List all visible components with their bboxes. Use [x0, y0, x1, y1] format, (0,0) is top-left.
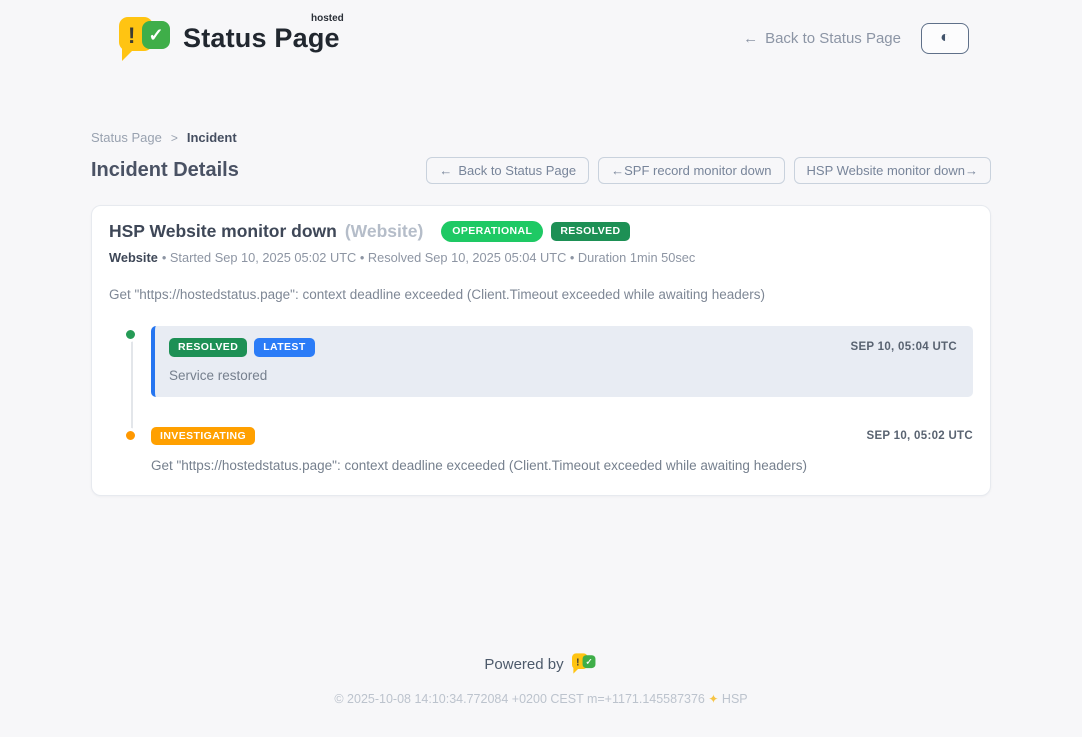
resolved-status-badge: RESOLVED [551, 222, 629, 241]
incident-card-header: HSP Website monitor down (Website) OPERA… [109, 221, 973, 242]
header-right: ← Back to Status Page ◐ [743, 23, 969, 54]
timeline-entry-header: INVESTIGATING SEP 10, 05:02 UTC [151, 427, 973, 446]
brand-superscript: hosted [311, 13, 344, 24]
timeline-entry-header: RESOLVED LATEST SEP 10, 05:04 UTC [169, 338, 957, 357]
arrow-left-icon: ← [611, 163, 624, 178]
incident-card: HSP Website monitor down (Website) OPERA… [91, 205, 991, 496]
timeline-entry-investigating: INVESTIGATING SEP 10, 05:02 UTC Get "htt… [109, 427, 973, 474]
copyright-suffix: HSP [722, 692, 748, 706]
copyright-text: © 2025-10-08 14:10:34.772084 +0200 CEST … [334, 692, 705, 706]
logo-bubble-tail [573, 668, 579, 674]
breadcrumb: Status Page > Incident [91, 130, 991, 145]
page-container: ! ✓ Status Pagehosted ←Back to Status Pa… [91, 0, 991, 496]
footer-logo-icon[interactable]: ! ✓ [572, 652, 598, 676]
previous-incident-button[interactable]: ←SPF record monitor down [598, 157, 784, 184]
breadcrumb-home[interactable]: Status Page [91, 130, 162, 145]
breadcrumb-separator-icon: > [171, 131, 178, 145]
footer: Powered by ! ✓ © 2025-10-08 14:10:34.772… [0, 652, 1082, 706]
breadcrumb-current: Incident [187, 130, 237, 145]
timeline-entry-resolved: RESOLVED LATEST SEP 10, 05:04 UTC Servic… [109, 326, 973, 397]
exclamation-icon: ! [576, 656, 579, 668]
operational-status-badge: OPERATIONAL [441, 221, 543, 242]
powered-by: Powered by ! ✓ [0, 652, 1082, 676]
brand-text: Status Page [183, 23, 340, 53]
check-icon: ✓ [142, 21, 170, 49]
incident-meta-detail: • Started Sep 10, 2025 05:02 UTC • Resol… [162, 250, 695, 265]
timeline-entry-message: Get "https://hostedstatus.page": context… [151, 458, 973, 473]
timeline-entry-message: Service restored [169, 368, 957, 383]
incident-timeline: RESOLVED LATEST SEP 10, 05:04 UTC Servic… [109, 326, 973, 473]
exclamation-icon: ! [128, 23, 135, 49]
sparkles-icon: ✦ [708, 692, 718, 706]
incident-component: (Website) [345, 221, 423, 242]
brand-name: Status Pagehosted [183, 23, 340, 54]
page-title: Incident Details [91, 159, 239, 182]
next-incident-button[interactable]: HSP Website monitor down→ [794, 157, 991, 184]
title-row: Incident Details ←Back to Status Page ←S… [91, 157, 991, 184]
next-incident-label: HSP Website monitor down [807, 163, 965, 178]
back-to-status-page-button[interactable]: ← Back to Status Page [426, 157, 589, 184]
theme-toggle-icon: ◐ [940, 29, 950, 47]
header-back-label: Back to Status Page [765, 30, 901, 47]
header: ! ✓ Status Pagehosted ← Back to Status Pa… [91, 0, 991, 62]
brand-logo[interactable]: ! ✓ Status Pagehosted [119, 14, 340, 62]
timeline-dot-orange [123, 428, 138, 443]
arrow-right-icon: → [965, 163, 978, 178]
latest-badge: LATEST [254, 338, 314, 357]
timeline-dot-green [123, 327, 138, 342]
check-icon: ✓ [582, 655, 595, 668]
previous-incident-label: SPF record monitor down [624, 163, 771, 178]
timeline-entry-timestamp: SEP 10, 05:04 UTC [850, 341, 957, 353]
resolved-badge: RESOLVED [169, 338, 247, 357]
investigating-badge: INVESTIGATING [151, 427, 255, 446]
theme-toggle-button[interactable]: ◐ [921, 23, 969, 54]
timeline-entry-timestamp: SEP 10, 05:02 UTC [866, 430, 973, 442]
timeline-entry-badges: INVESTIGATING [151, 427, 255, 446]
incident-meta: Website • Started Sep 10, 2025 05:02 UTC … [109, 250, 973, 265]
logo-bubble-tail [122, 48, 135, 61]
timeline-entry-badges: RESOLVED LATEST [169, 338, 315, 357]
back-button-label: Back to Status Page [458, 163, 576, 178]
incident-nav-buttons: ←Back to Status Page ←SPF record monitor… [426, 157, 991, 184]
timeline-highlight-box: RESOLVED LATEST SEP 10, 05:04 UTC Servic… [151, 326, 973, 397]
arrow-left-icon: ← [439, 163, 452, 178]
copyright-line: © 2025-10-08 14:10:34.772084 +0200 CEST … [0, 692, 1082, 706]
incident-description: Get "https://hostedstatus.page": context… [109, 287, 973, 302]
powered-by-label: Powered by [484, 656, 563, 673]
header-back-link[interactable]: ← Back to Status Page [743, 30, 901, 47]
incident-title: HSP Website monitor down [109, 221, 337, 242]
arrow-left-icon: ← [743, 30, 758, 47]
brand-logo-icon: ! ✓ [119, 14, 173, 62]
incident-meta-component: Website [109, 250, 158, 265]
